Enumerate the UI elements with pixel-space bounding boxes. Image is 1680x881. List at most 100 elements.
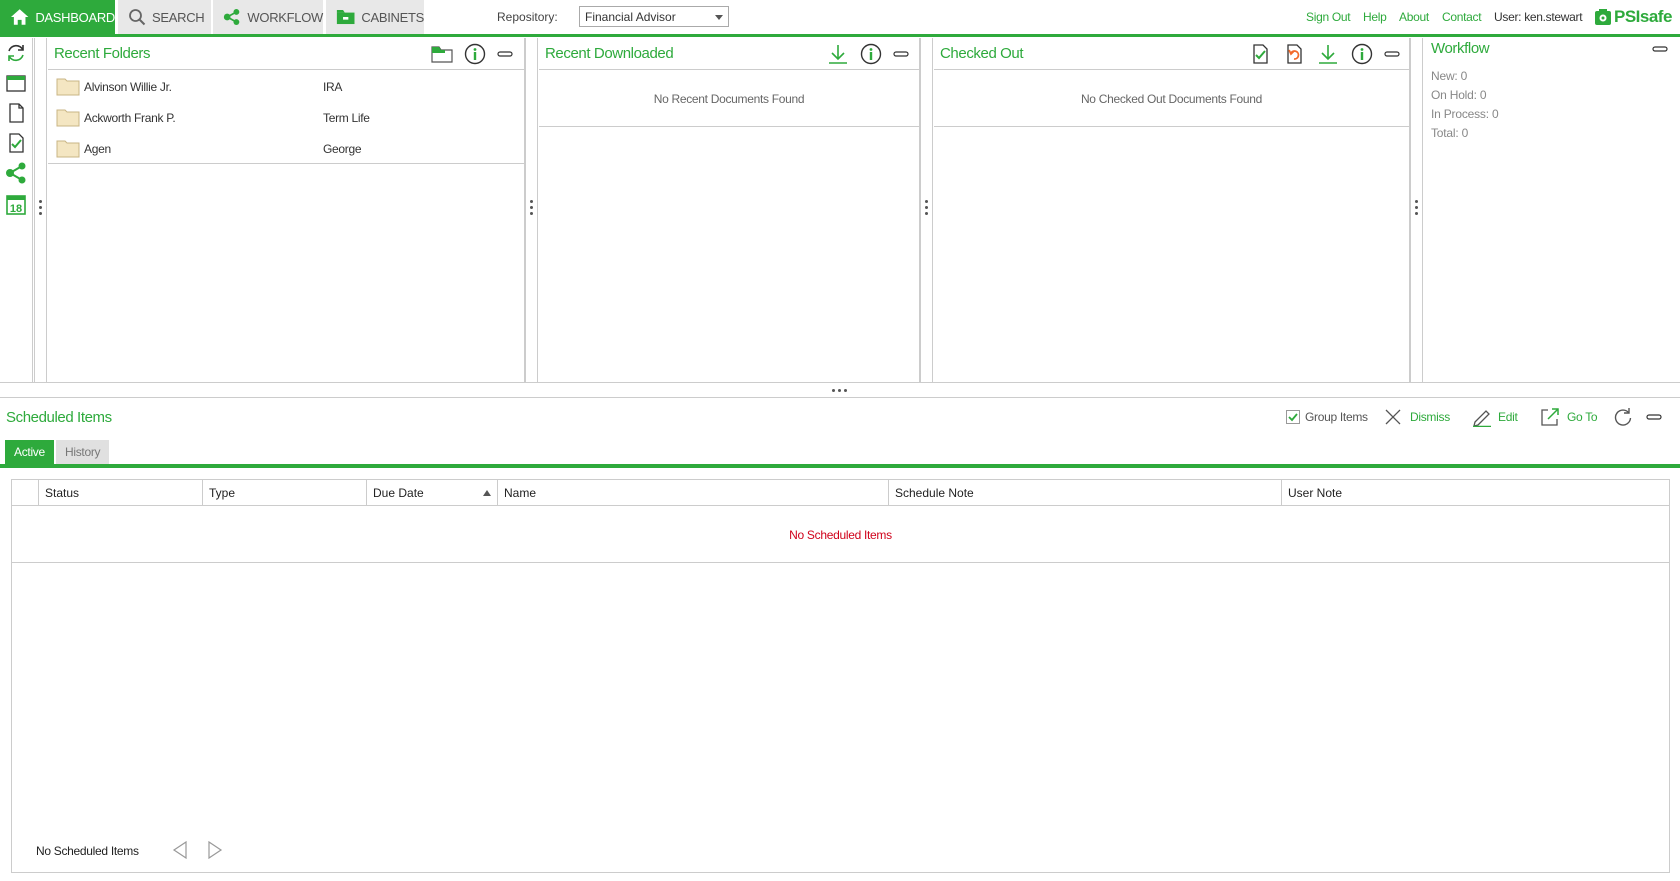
tab-workflow[interactable]: WORKFLOW bbox=[213, 0, 323, 34]
refresh-icon bbox=[8, 44, 24, 62]
checked-out-header: Checked Out bbox=[934, 38, 1409, 70]
tab-cabinets[interactable]: CABINETS bbox=[326, 0, 424, 34]
workflow-in-process: In Process: 0 bbox=[1431, 107, 1499, 121]
column-header-type[interactable]: Type bbox=[203, 480, 367, 506]
cabinet-icon bbox=[336, 9, 355, 25]
open-folder-button[interactable] bbox=[431, 43, 453, 65]
undo-checkout-button[interactable] bbox=[1284, 43, 1306, 65]
panel-resize-handle[interactable] bbox=[920, 38, 933, 382]
chevron-left-icon bbox=[172, 840, 187, 860]
sort-ascending-icon bbox=[483, 490, 491, 496]
repository-label: Repository: bbox=[497, 10, 558, 24]
scheduled-items-title: Scheduled Items bbox=[6, 409, 112, 426]
contact-link[interactable]: Contact bbox=[1442, 10, 1482, 24]
download-button[interactable] bbox=[827, 43, 849, 65]
info-button[interactable] bbox=[860, 43, 882, 65]
go-to-button[interactable]: Go To bbox=[1540, 406, 1598, 428]
folder-row[interactable]: Ackworth Frank P. Term Life bbox=[48, 102, 524, 133]
minimize-button[interactable] bbox=[1381, 43, 1403, 65]
panel-resize-handle[interactable] bbox=[34, 38, 47, 382]
minimize-icon bbox=[1384, 51, 1400, 57]
column-header-select[interactable] bbox=[12, 480, 39, 506]
download-button[interactable] bbox=[1317, 43, 1339, 65]
folder-name: Alvinson Willie Jr. bbox=[84, 80, 172, 94]
folder-type: Term Life bbox=[323, 111, 370, 125]
checked-doc-icon bbox=[1253, 44, 1268, 64]
recent-downloaded-panel: Recent Downloaded No Recent Documents Fo… bbox=[539, 38, 920, 382]
recent-folders-title: Recent Folders bbox=[54, 45, 151, 62]
check-in-button[interactable] bbox=[1250, 43, 1272, 65]
dismiss-button[interactable]: Dismiss bbox=[1384, 406, 1450, 428]
folder-row[interactable]: Agen George bbox=[48, 133, 524, 164]
grid-footer-status: No Scheduled Items bbox=[36, 844, 139, 858]
close-icon bbox=[1385, 409, 1401, 425]
repository-select[interactable]: Financial Advisor bbox=[579, 6, 729, 27]
panel-resize-handle[interactable] bbox=[525, 38, 538, 382]
checked-doc-button[interactable] bbox=[4, 131, 28, 155]
help-link[interactable]: Help bbox=[1363, 10, 1387, 24]
tab-cabinets-label: CABINETS bbox=[361, 9, 424, 25]
tab-history[interactable]: History bbox=[56, 440, 110, 464]
tab-search[interactable]: SEARCH bbox=[118, 0, 211, 34]
next-page-button[interactable] bbox=[207, 840, 223, 862]
info-button[interactable] bbox=[464, 43, 486, 65]
minimize-icon bbox=[1652, 46, 1668, 52]
minimize-icon bbox=[1646, 414, 1662, 420]
column-header-schedule-note[interactable]: Schedule Note bbox=[889, 480, 1282, 506]
external-link-icon bbox=[1541, 408, 1559, 426]
folder-icon bbox=[431, 46, 453, 63]
previous-page-button[interactable] bbox=[172, 840, 188, 862]
minimize-button[interactable] bbox=[1649, 38, 1671, 60]
sign-out-link[interactable]: Sign Out bbox=[1306, 10, 1351, 24]
chevron-down-icon bbox=[715, 15, 723, 20]
recent-downloaded-title: Recent Downloaded bbox=[545, 45, 674, 62]
workflow-panel: Workflow New: 0 On Hold: 0 In Process: 0… bbox=[1424, 38, 1680, 382]
folder-icon bbox=[56, 109, 80, 127]
folder-view-button[interactable] bbox=[4, 71, 28, 95]
column-header-due-date-label: Due Date bbox=[373, 486, 424, 500]
tab-active[interactable]: Active bbox=[5, 440, 54, 464]
about-link[interactable]: About bbox=[1399, 10, 1429, 24]
tab-dashboard[interactable]: DASHBOARD bbox=[0, 0, 115, 34]
download-icon bbox=[1319, 45, 1337, 64]
home-icon bbox=[10, 9, 29, 25]
column-header-name[interactable]: Name bbox=[498, 480, 889, 506]
minimize-button[interactable] bbox=[494, 43, 516, 65]
group-items-toggle[interactable]: Group Items bbox=[1286, 406, 1368, 428]
info-icon bbox=[464, 43, 486, 65]
column-header-due-date[interactable]: Due Date bbox=[367, 480, 498, 506]
download-icon bbox=[829, 45, 847, 64]
grid-header: Status Type Due Date Name Schedule Note … bbox=[12, 480, 1669, 506]
minimize-button[interactable] bbox=[890, 43, 912, 65]
recent-folders-panel: Recent Folders Alvinson Willie Jr. IRA A… bbox=[48, 38, 525, 382]
refresh-button[interactable] bbox=[4, 41, 28, 65]
folder-name: Ackworth Frank P. bbox=[84, 111, 176, 125]
logo-safe-icon bbox=[1595, 9, 1611, 25]
minimize-button[interactable] bbox=[1646, 406, 1662, 428]
folder-row[interactable]: Alvinson Willie Jr. IRA bbox=[48, 71, 524, 102]
tab-dashboard-label: DASHBOARD bbox=[35, 9, 115, 25]
edit-label: Edit bbox=[1498, 410, 1518, 424]
checkbox-checked-icon[interactable] bbox=[1286, 410, 1300, 424]
document-button[interactable] bbox=[4, 101, 28, 125]
panel-resize-handle[interactable] bbox=[1410, 38, 1423, 382]
share-icon bbox=[6, 162, 26, 184]
info-button[interactable] bbox=[1351, 43, 1373, 65]
workflow-new: New: 0 bbox=[1431, 69, 1468, 83]
refresh-scheduled-button[interactable] bbox=[1613, 406, 1633, 428]
edit-button[interactable]: Edit bbox=[1472, 406, 1518, 428]
search-icon bbox=[129, 9, 146, 26]
folder-type: IRA bbox=[323, 80, 343, 94]
tab-workflow-label: WORKFLOW bbox=[247, 9, 323, 25]
share-button[interactable] bbox=[4, 161, 28, 185]
folder-name: Agen bbox=[84, 142, 111, 156]
column-header-user-note[interactable]: User Note bbox=[1282, 480, 1669, 506]
workflow-title: Workflow bbox=[1431, 40, 1490, 57]
recent-downloaded-header: Recent Downloaded bbox=[539, 38, 919, 70]
share-icon bbox=[223, 9, 240, 25]
info-icon bbox=[1351, 43, 1373, 65]
section-resize-handle[interactable] bbox=[0, 382, 1680, 398]
calendar-button[interactable]: 18 bbox=[4, 192, 28, 216]
column-header-status[interactable]: Status bbox=[39, 480, 203, 506]
top-nav-bar: DASHBOARD SEARCH WORKFLOW CABINETS Repos… bbox=[0, 0, 1680, 37]
